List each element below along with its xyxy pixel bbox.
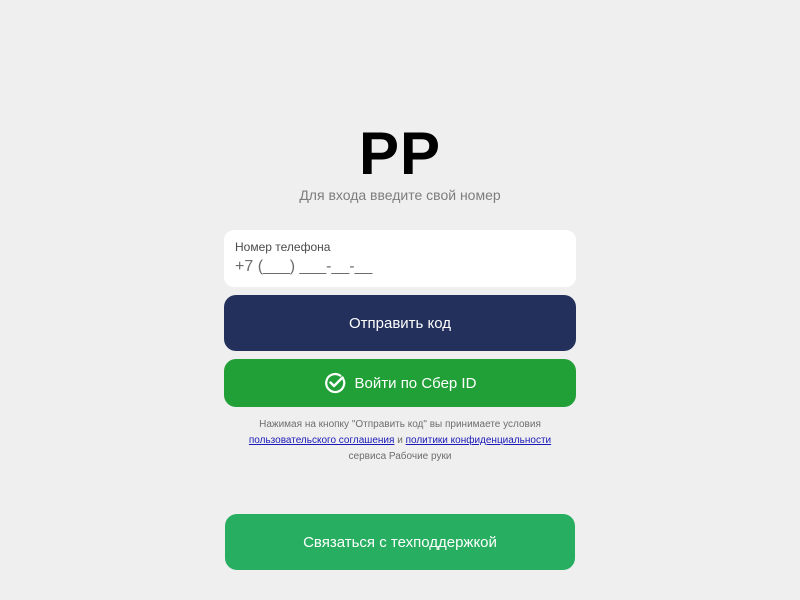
contact-support-button-label: Связаться с техподдержкой [303, 533, 497, 551]
send-code-button-label: Отправить код [348, 314, 452, 332]
user-agreement-link[interactable]: пользовательского соглашения [249, 435, 395, 446]
page-subtitle: Для входа введите свой номер [299, 187, 501, 203]
terms-conjunction: и [397, 435, 403, 446]
sber-id-button[interactable]: Войти по Сбер ID [224, 359, 576, 407]
contact-support-button[interactable]: Связаться с техподдержкой [225, 514, 575, 570]
terms-notice: Нажимая на кнопку "Отправить код" вы при… [200, 417, 600, 465]
phone-field[interactable]: Номер телефона [224, 230, 576, 287]
login-page: РР Для входа введите свой номер Номер те… [0, 0, 800, 600]
terms-text-before: Нажимая на кнопку "Отправить код" вы при… [259, 419, 541, 430]
sber-check-icon [324, 372, 346, 394]
send-code-button[interactable]: Отправить код [224, 295, 576, 351]
app-logo: РР [358, 120, 442, 187]
privacy-policy-link[interactable]: политики конфиденциальности [406, 435, 552, 446]
phone-input[interactable] [235, 257, 555, 277]
sber-id-button-label: Войти по Сбер ID [354, 374, 477, 392]
phone-field-label: Номер телефона [235, 240, 331, 254]
terms-text-after: сервиса Рабочие руки [348, 451, 452, 462]
